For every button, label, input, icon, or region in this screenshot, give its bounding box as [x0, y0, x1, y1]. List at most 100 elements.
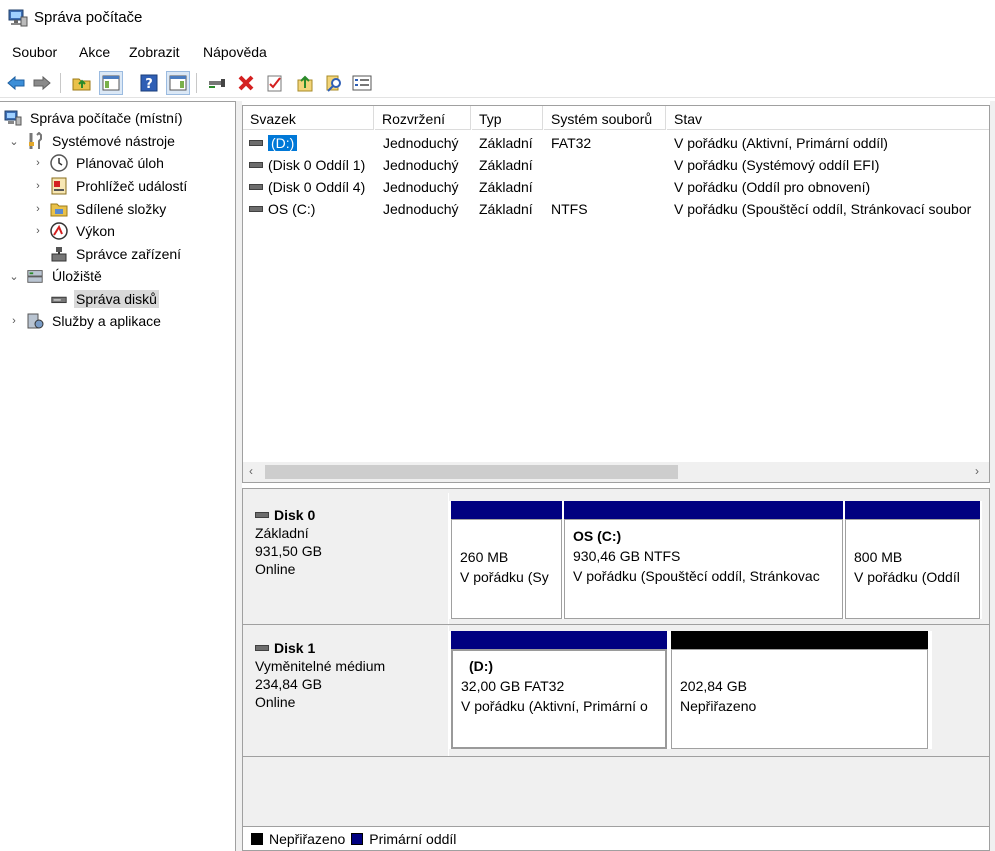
- tree-item-vykon[interactable]: › Výkon: [32, 220, 117, 242]
- menu-akce[interactable]: Akce: [79, 44, 110, 60]
- tree-item-prohlizec-udalosti[interactable]: › Prohlížeč událostí: [32, 175, 189, 197]
- tree-item-sprava-disku[interactable]: Správa disků: [50, 288, 159, 310]
- tree-label: Správa disků: [74, 290, 159, 308]
- tree-label: Systémové nástroje: [52, 133, 175, 149]
- layout-cell: Jednoduchý: [383, 179, 459, 195]
- partition-d[interactable]: (D:) 32,00 GB FAT32 V pořádku (Aktivní, …: [451, 631, 667, 749]
- column-header-svazek[interactable]: Svazek: [243, 106, 374, 130]
- connect-icon[interactable]: [205, 71, 229, 95]
- disk-status: Online: [255, 694, 296, 710]
- partition-strip: 260 MB V pořádku (Sy OS (C:) 930,46 GB N…: [449, 501, 982, 619]
- horizontal-scrollbar[interactable]: ‹ ›: [243, 462, 989, 482]
- search-icon[interactable]: [322, 71, 346, 95]
- chevron-right-icon[interactable]: ›: [32, 180, 44, 192]
- window-title: Správa počítače: [34, 9, 143, 26]
- table-row[interactable]: OS (C:) Jednoduchý Základní NTFS V pořád…: [243, 198, 989, 220]
- forward-icon[interactable]: [30, 71, 54, 95]
- disk-size: 931,50 GB: [255, 543, 322, 559]
- tree-item-sluzby-a-aplikace[interactable]: › Služby a aplikace: [8, 310, 163, 332]
- toolbar-separator: [60, 73, 61, 93]
- volume-list: Svazek Rozvržení Typ Systém souborů Stav…: [242, 105, 990, 483]
- table-row[interactable]: (Disk 0 Oddíl 1) Jednoduchý Základní V p…: [243, 154, 989, 176]
- primary-partition-bar: [451, 501, 562, 519]
- disk-info[interactable]: Disk 0 Základní 931,50 GB Online: [245, 493, 449, 624]
- tree-item-uloziste[interactable]: ⌄ Úložiště: [8, 265, 104, 287]
- disk-info[interactable]: Disk 1 Vyměnitelné médium 234,84 GB Onli…: [245, 626, 449, 756]
- table-row[interactable]: (D:) Jednoduchý Základní FAT32 V pořádku…: [243, 132, 989, 154]
- title-bar: Správa počítače: [0, 0, 995, 38]
- tree-label: Správce zařízení: [76, 246, 182, 262]
- disk-type: Vyměnitelné médium: [255, 658, 386, 674]
- chevron-right-icon[interactable]: ›: [32, 157, 44, 169]
- legend-swatch-unallocated: [251, 832, 263, 845]
- partition-status: Nepřiřazeno: [680, 698, 757, 714]
- partition-size: 202,84 GB: [680, 678, 747, 694]
- partition-status: V pořádku (Sy: [460, 569, 549, 585]
- toolbar: ?: [0, 68, 995, 98]
- partition-os-c[interactable]: OS (C:) 930,46 GB NTFS V pořádku (Spoušt…: [564, 501, 843, 619]
- disk-name: Disk 0: [274, 507, 316, 523]
- primary-partition-bar: [845, 501, 980, 519]
- disk-type: Základní: [255, 525, 309, 541]
- up-folder-icon[interactable]: [70, 71, 94, 95]
- menu-napoveda[interactable]: Nápověda: [203, 44, 267, 60]
- tree-item-systemove-nastroje[interactable]: ⌄ Systémové nástroje: [8, 130, 177, 152]
- unallocated-bar: [671, 631, 928, 649]
- partition-efi[interactable]: 260 MB V pořádku (Sy: [451, 501, 562, 619]
- disk-row: Disk 1 Vyměnitelné médium 234,84 GB Onli…: [243, 626, 989, 757]
- delete-icon[interactable]: [234, 71, 258, 95]
- computer-management-icon: [4, 109, 22, 127]
- column-header-typ[interactable]: Typ: [472, 106, 543, 130]
- status-cell: V pořádku (Oddíl pro obnovení): [674, 179, 871, 195]
- partition-title: OS (C:): [573, 528, 622, 544]
- properties-icon[interactable]: [263, 71, 287, 95]
- toolbar-separator: [196, 73, 197, 93]
- export-icon[interactable]: [293, 71, 317, 95]
- storage-icon: [26, 267, 44, 285]
- help-icon[interactable]: ?: [137, 71, 161, 95]
- show-hide-tree-icon[interactable]: [99, 71, 123, 95]
- scroll-right-icon[interactable]: ›: [975, 464, 979, 478]
- tree-label: Výkon: [76, 223, 115, 239]
- status-cell: V pořádku (Systémový oddíl EFI): [674, 157, 880, 173]
- legend-label: Nepřiřazeno: [269, 830, 346, 847]
- drive-icon: [249, 140, 263, 146]
- status-cell: V pořádku (Aktivní, Primární oddíl): [674, 135, 888, 151]
- type-cell: Základní: [479, 201, 533, 217]
- list-icon[interactable]: [350, 71, 374, 95]
- table-row[interactable]: (Disk 0 Oddíl 4) Jednoduchý Základní V p…: [243, 176, 989, 198]
- chevron-down-icon[interactable]: ⌄: [8, 270, 20, 283]
- partition-strip: (D:) 32,00 GB FAT32 V pořádku (Aktivní, …: [449, 631, 932, 749]
- menu-zobrazit[interactable]: Zobrazit: [129, 44, 180, 60]
- scrollbar-thumb[interactable]: [265, 465, 678, 479]
- chevron-right-icon[interactable]: ›: [8, 315, 20, 327]
- tree-item-root[interactable]: Správa počítače (místní): [4, 107, 185, 129]
- computer-management-icon: [8, 9, 28, 27]
- column-header-stav[interactable]: Stav: [667, 106, 989, 130]
- partition-unallocated[interactable]: 202,84 GB Nepřiřazeno: [671, 631, 928, 749]
- tree-label: Správa počítače (místní): [30, 110, 183, 126]
- layout-cell: Jednoduchý: [383, 201, 459, 217]
- partition-recovery[interactable]: 800 MB V pořádku (Oddíl: [845, 501, 980, 619]
- primary-partition-bar: [451, 631, 667, 649]
- menu-soubor[interactable]: Soubor: [12, 44, 57, 60]
- chevron-right-icon[interactable]: ›: [32, 203, 44, 215]
- performance-icon: [50, 222, 68, 240]
- tree-item-sdilene-slozky[interactable]: › Sdílené složky: [32, 198, 168, 220]
- scroll-left-icon[interactable]: ‹: [249, 464, 253, 478]
- column-header-rozvrzeni[interactable]: Rozvržení: [375, 106, 471, 130]
- disk-management-icon: [50, 290, 68, 308]
- tree-item-planovac-uloh[interactable]: › Plánovač úloh: [32, 152, 166, 174]
- drive-icon: [255, 512, 269, 518]
- chevron-down-icon[interactable]: ⌄: [8, 135, 20, 148]
- drive-icon: [249, 184, 263, 190]
- volume-name: (D:): [268, 135, 298, 151]
- tools-icon: [26, 132, 44, 150]
- tree-item-spravce-zarizeni[interactable]: Správce zařízení: [50, 243, 183, 265]
- column-header-system-souboru[interactable]: Systém souborů: [544, 106, 666, 130]
- show-hide-action-pane-icon[interactable]: [166, 71, 190, 95]
- fs-cell: NTFS: [551, 201, 588, 217]
- partition-status: V pořádku (Oddíl: [854, 569, 960, 585]
- back-icon[interactable]: [4, 71, 28, 95]
- chevron-right-icon[interactable]: ›: [32, 225, 44, 237]
